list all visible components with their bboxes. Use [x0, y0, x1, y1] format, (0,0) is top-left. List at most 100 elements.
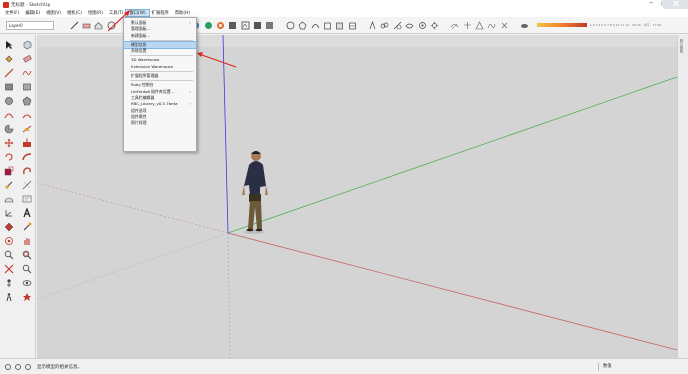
shape-d-icon[interactable] — [405, 20, 415, 30]
menu-item[interactable]: 视图(V) — [43, 10, 64, 16]
window-menu-item-label: RBC_Library_v0.5.7beta — [131, 101, 178, 107]
minimize-button[interactable]: ─ — [649, 0, 653, 7]
rectangle-tool-icon[interactable] — [2, 80, 16, 93]
credits-icon[interactable] — [15, 363, 21, 370]
paint-brush-icon[interactable] — [20, 220, 34, 233]
shadow-settings-bar[interactable]: 1 2 3 4 5 6 7 8 9 10 11 12 06:30 中午 17:0… — [536, 23, 661, 27]
home-view-icon[interactable] — [94, 20, 104, 30]
window-menu-item-label: Extension Warehouse — [131, 63, 173, 69]
shadow-month-ruler[interactable] — [536, 23, 587, 27]
orbit-icon[interactable] — [106, 20, 116, 30]
menu-separator — [130, 71, 193, 73]
polygon-tool-icon[interactable] — [298, 20, 308, 30]
rotate-tool-icon[interactable] — [2, 150, 16, 163]
default-tray-tab[interactable]: 默认面板 — [680, 39, 685, 53]
shape-b-icon[interactable] — [380, 20, 390, 30]
tape-measure-icon[interactable] — [2, 178, 16, 191]
section-plane-icon[interactable] — [2, 220, 16, 233]
follow-me-icon[interactable] — [20, 150, 34, 163]
wire-e-icon[interactable] — [499, 20, 509, 30]
arc-tool-icon[interactable] — [310, 20, 320, 30]
window-menu-item-label: 组件选项 — [131, 107, 147, 113]
offset-tool-icon[interactable] — [20, 164, 34, 177]
polygon-draw-icon[interactable] — [20, 94, 34, 107]
layer-select[interactable]: Layer0 — [6, 20, 54, 30]
pie-draw-icon[interactable] — [2, 122, 16, 135]
window-menu-item[interactable]: Extension Warehouse — [124, 64, 196, 70]
box3-tool-icon[interactable] — [347, 20, 357, 30]
shape-c-icon[interactable] — [392, 20, 402, 30]
line-tool-icon[interactable] — [2, 66, 16, 79]
zoom-window-icon[interactable] — [20, 248, 34, 261]
shape-e-icon[interactable] — [417, 20, 427, 30]
view-top-icon[interactable] — [253, 20, 263, 30]
sandbox-tool-icon[interactable] — [20, 290, 34, 303]
window-menu-item[interactable]: 新建面板... — [124, 33, 196, 39]
sun-icon[interactable] — [429, 20, 439, 30]
circle-draw-icon[interactable] — [2, 94, 16, 107]
shape-a-icon[interactable] — [368, 20, 378, 30]
help-info-icon[interactable] — [25, 363, 31, 370]
paint-bucket-icon[interactable] — [2, 52, 16, 65]
menu-item[interactable]: 扩展程序 — [149, 10, 172, 16]
menu-item[interactable]: 相机(C) — [64, 10, 85, 16]
position-camera-icon[interactable] — [2, 276, 16, 289]
menu-item[interactable]: 绘图(R) — [85, 10, 106, 16]
menu-item[interactable]: 编辑(E) — [22, 10, 43, 16]
menu-item[interactable]: 工具(T) — [106, 10, 127, 16]
dimension-tool-icon[interactable] — [20, 178, 34, 191]
menu-item[interactable]: 窗口(W) — [125, 9, 150, 17]
orbit-tool-icon[interactable] — [2, 234, 16, 247]
menu-item[interactable]: 帮助(H) — [172, 10, 193, 16]
walk-tool-icon[interactable] — [2, 290, 16, 303]
layer-select-value: Layer0 — [9, 22, 23, 28]
geo-location-icon[interactable] — [5, 363, 11, 370]
select-arrow-icon[interactable] — [2, 38, 16, 51]
pan-tool-icon[interactable] — [20, 234, 34, 247]
arc-draw-icon[interactable] — [2, 108, 16, 121]
box2-tool-icon[interactable] — [335, 20, 345, 30]
left-tool-palette — [0, 35, 36, 358]
freehand-tool-icon[interactable] — [20, 66, 34, 79]
make-component-icon[interactable] — [20, 38, 34, 51]
look-around-icon[interactable] — [20, 276, 34, 289]
eraser-tool-icon[interactable] — [20, 52, 34, 65]
protractor-icon[interactable] — [2, 192, 16, 205]
wire-a-icon[interactable] — [450, 20, 460, 30]
menu-separator — [130, 39, 193, 41]
shadow-month-labels: 1 2 3 4 5 6 7 8 9 10 11 12 — [589, 23, 629, 27]
window-menu-dropdown: 默认面板 › 管理面板... 新建面板... 模型信息 系统设置 3D Warehouse E… — [123, 17, 197, 152]
window-menu-item[interactable]: 系统设置 — [124, 48, 196, 54]
view-iso-icon[interactable] — [240, 20, 250, 30]
wire-b-icon[interactable] — [462, 20, 472, 30]
window-menu-item[interactable]: 照片纹理 — [124, 120, 196, 126]
eraser-icon[interactable] — [82, 20, 92, 30]
arc2-draw-icon[interactable] — [20, 108, 34, 121]
measurements-box[interactable]: 数值 — [598, 363, 676, 371]
push-pull-icon[interactable] — [20, 136, 34, 149]
measurements-label: 数值 — [603, 364, 612, 369]
view-front-icon[interactable] — [265, 20, 275, 30]
material-icon[interactable] — [203, 20, 213, 30]
three-point-arc-icon[interactable] — [20, 122, 34, 135]
axes-tool-icon[interactable] — [2, 206, 16, 219]
scale-tool-icon[interactable] — [2, 164, 16, 177]
previous-view-icon[interactable] — [20, 262, 34, 275]
wire-d-icon[interactable] — [487, 20, 497, 30]
3d-text-icon[interactable] — [20, 206, 34, 219]
circle-tool-icon[interactable] — [285, 20, 295, 30]
wire-c-icon[interactable] — [475, 20, 485, 30]
box-tool-icon[interactable] — [322, 20, 332, 30]
rotated-rect-tool-icon[interactable] — [20, 80, 34, 93]
warehouse-icon[interactable] — [228, 20, 238, 30]
text-tool-icon[interactable] — [20, 192, 34, 205]
menu-item[interactable]: 文件(F) — [2, 10, 22, 16]
move-tool-icon[interactable] — [2, 136, 16, 149]
component-icon[interactable] — [215, 20, 225, 30]
zoom-extents-icon[interactable] — [2, 262, 16, 275]
zoom-tool-icon[interactable] — [2, 248, 16, 261]
right-panel-strip[interactable]: 默认面板 — [677, 35, 688, 358]
shadow-toggle-icon[interactable] — [520, 20, 530, 30]
pencil-line-icon[interactable] — [69, 20, 79, 30]
window-menu-item[interactable]: 扩展程序管理器 — [124, 73, 196, 79]
